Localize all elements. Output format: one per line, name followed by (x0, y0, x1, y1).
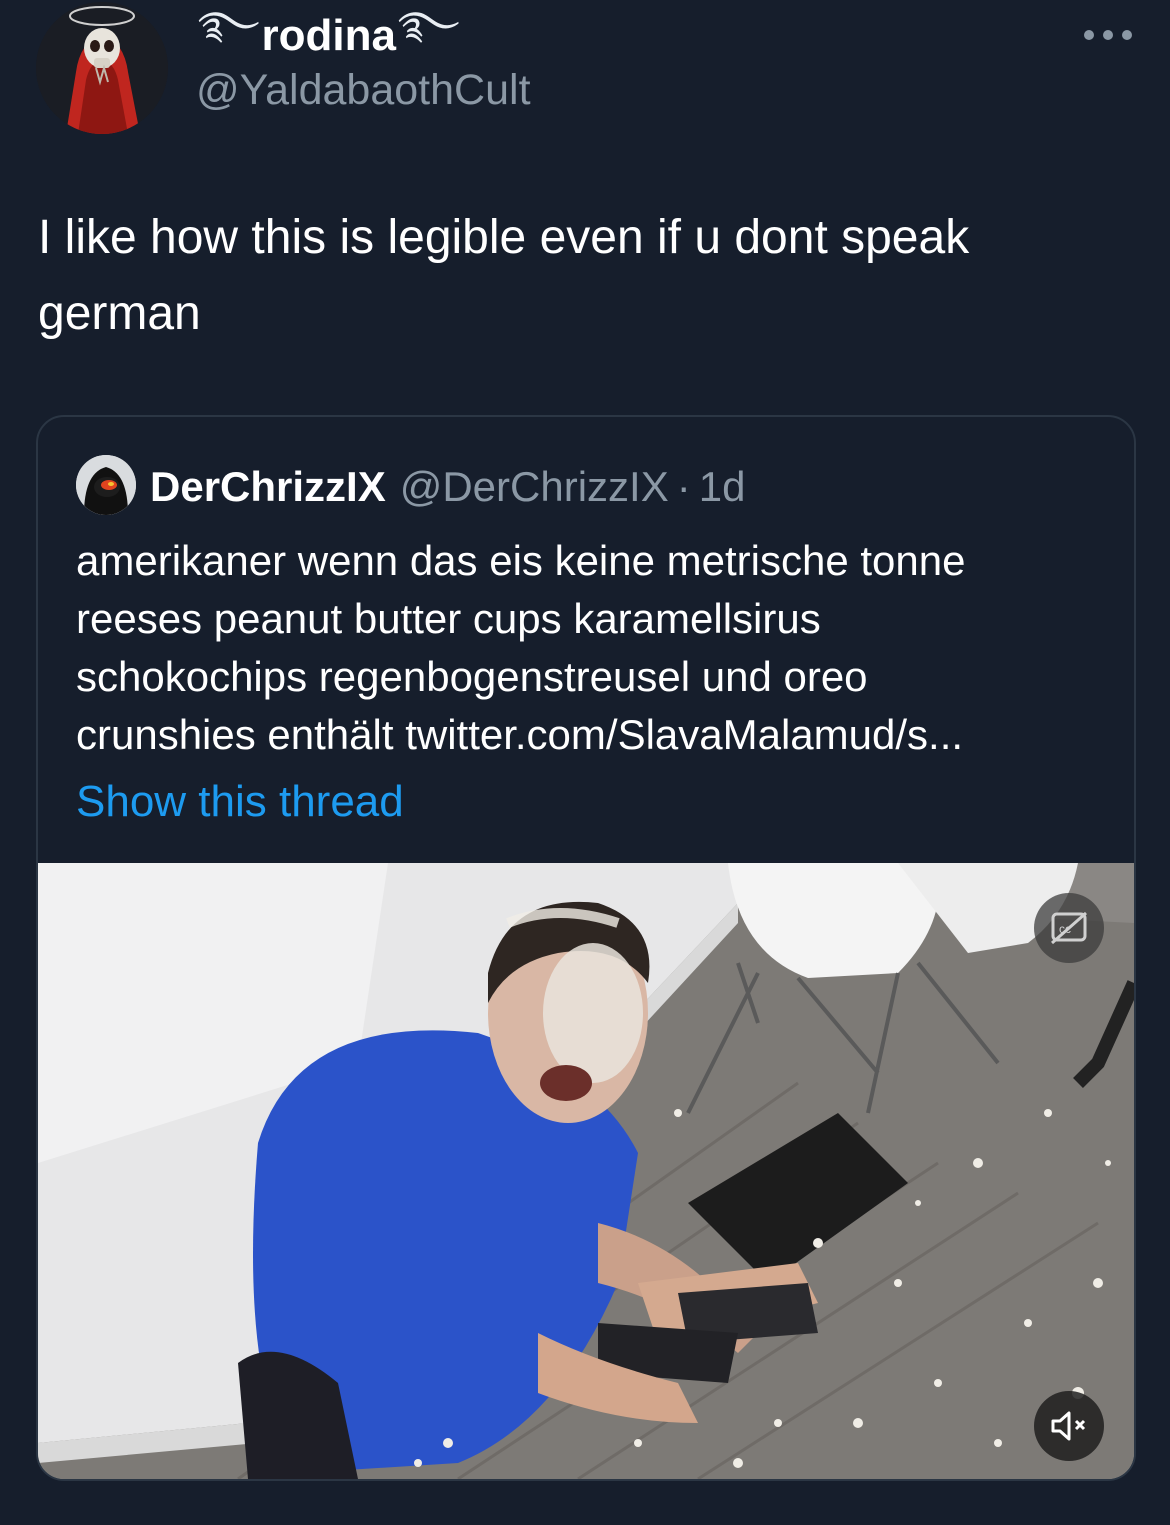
quoted-tweet-card[interactable]: DerChrizzIX @DerChrizzIX · 1d amerikaner… (36, 415, 1136, 1481)
quoted-display-name[interactable]: DerChrizzIX (150, 463, 386, 511)
quoted-text-line: reeses peanut butter cups karamellsirus (76, 595, 821, 642)
speaker-muted-icon[interactable] (1034, 1391, 1104, 1461)
skull-hooded-figure-avatar-icon (36, 2, 168, 134)
more-dots-icon[interactable] (1084, 22, 1132, 48)
quoted-text-line: crunshies enthält twitter.com/SlavaMalam… (76, 711, 964, 758)
author-avatar[interactable] (36, 2, 168, 134)
author-display-name[interactable]: ࿐ rodina ࿐ (196, 5, 462, 62)
closed-captions-off-icon[interactable]: cc (1034, 893, 1104, 963)
quoted-text-line: amerikaner wenn das eis keine metrische … (76, 537, 966, 584)
tweet-text-line: I like how this is legible even if u don… (38, 211, 970, 264)
display-name-text: rodina (261, 11, 396, 60)
quoted-tweet-header: DerChrizzIX @DerChrizzIX · 1d (150, 461, 745, 513)
quoted-timestamp[interactable]: 1d (699, 463, 746, 511)
tweet-screen: ࿐ rodina ࿐ @YaldabaothCult I like how th… (0, 0, 1170, 1525)
video-frame (38, 863, 1134, 1479)
show-thread-link[interactable]: Show this thread (76, 777, 404, 827)
quoted-handle[interactable]: @DerChrizzIX (400, 463, 669, 511)
tweet-text-line: german (38, 287, 201, 340)
quoted-video[interactable]: cc (38, 863, 1134, 1479)
author-handle[interactable]: @YaldabaothCult (196, 66, 531, 115)
quoted-text-line: schokochips regenbogenstreusel und oreo (76, 653, 868, 700)
tweet-text: I like how this is legible even if u don… (38, 200, 1088, 352)
quoted-author-avatar (76, 455, 136, 515)
quoted-tweet-text: amerikaner wenn das eis keine metrische … (76, 532, 1106, 764)
hooded-figure-avatar-icon (76, 455, 136, 515)
separator-dot: · (676, 463, 691, 510)
